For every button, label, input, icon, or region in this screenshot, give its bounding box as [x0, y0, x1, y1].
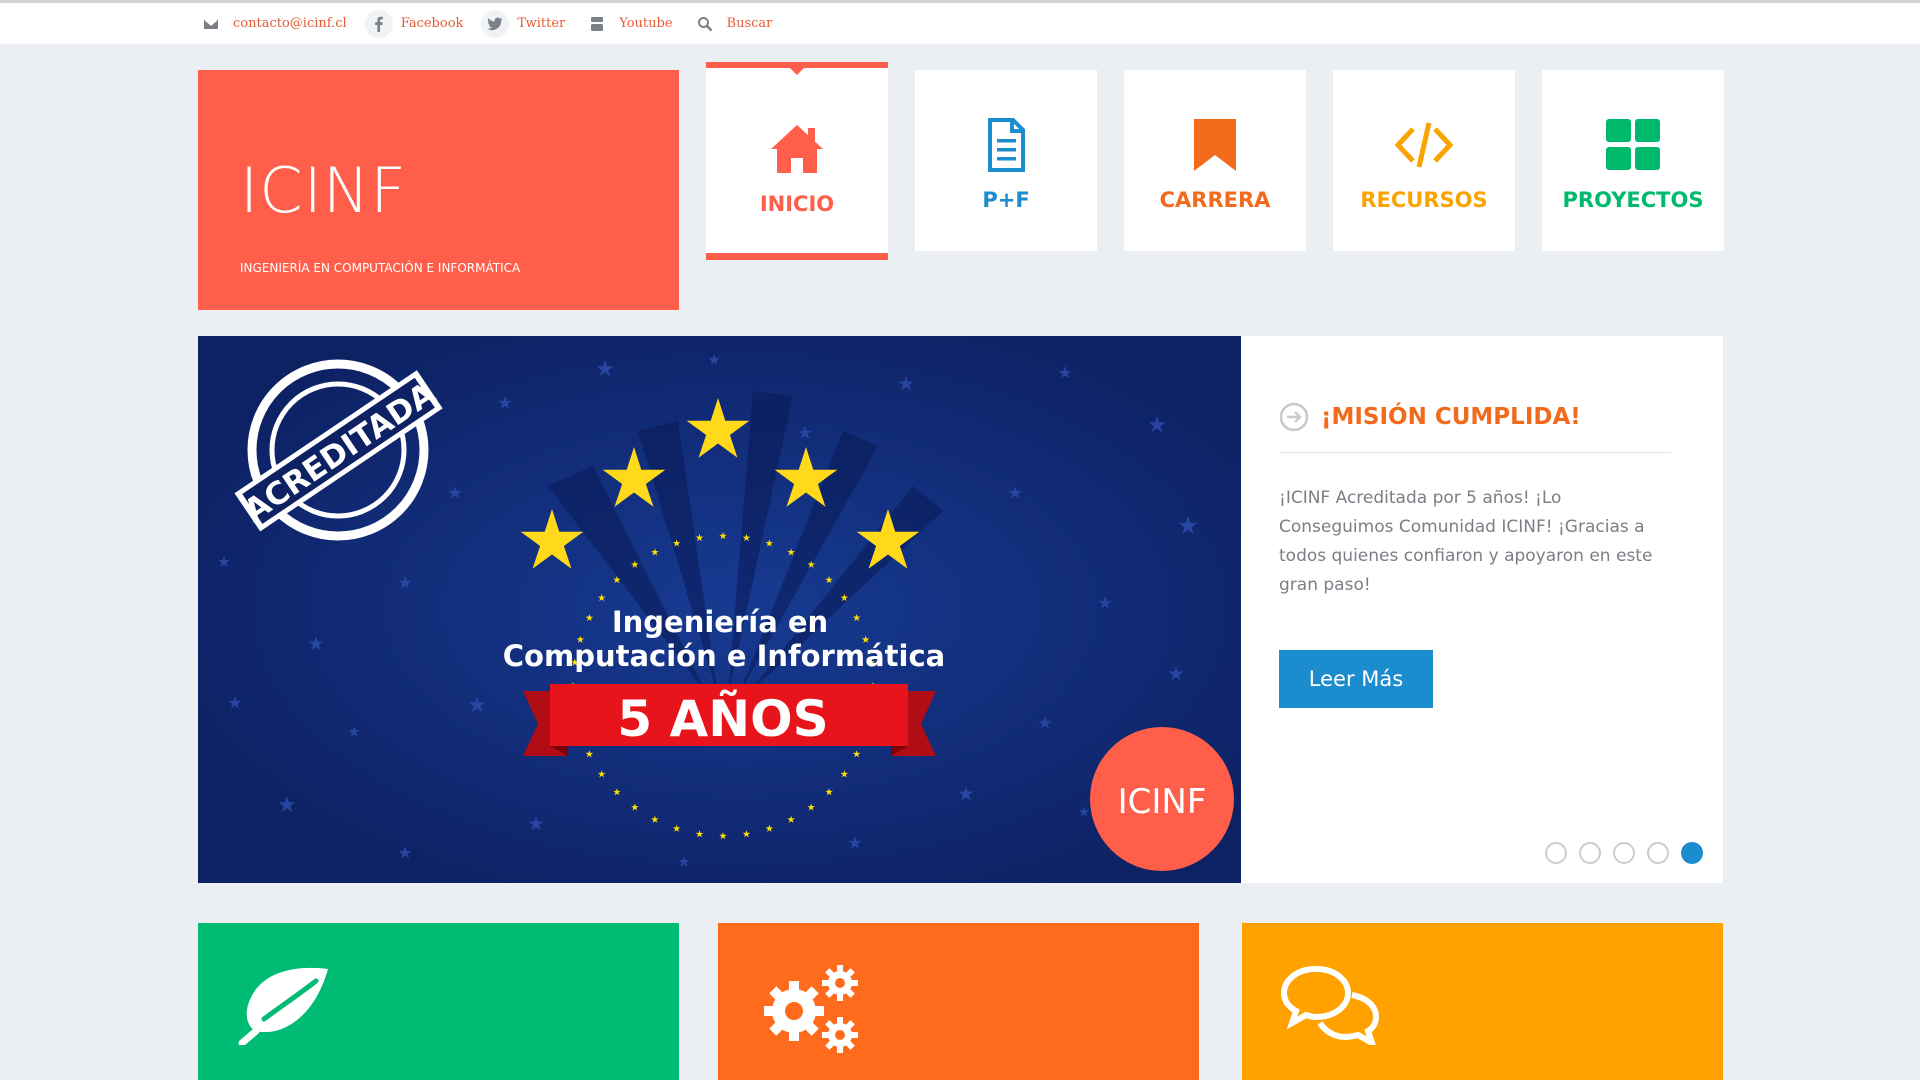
arrow-circle-icon: [1279, 402, 1309, 432]
nav-label-proyectos: PROYECTOS: [1562, 188, 1704, 212]
hero-slider: ACREDITADA Ingeniería en Computación e I…: [198, 336, 1723, 883]
youtube-text: Youtube: [619, 16, 673, 31]
code-icon: [1394, 117, 1454, 173]
accreditation-banner: ACREDITADA Ingeniería en Computación e I…: [198, 336, 1241, 883]
slider-dots: [1533, 842, 1703, 864]
youtube-link[interactable]: Youtube: [583, 10, 673, 38]
nav-tile-proyectos[interactable]: PROYECTOS: [1542, 70, 1724, 251]
banner-line-2: Computación e Informática: [503, 639, 945, 673]
gears-icon: [764, 965, 858, 1053]
nav-tile-recursos[interactable]: RECURSOS: [1333, 70, 1515, 251]
bottom-tile-yellow[interactable]: [1242, 923, 1723, 1080]
home-icon: [768, 121, 826, 177]
slide-divider: [1279, 452, 1671, 453]
grid-icon: [1604, 117, 1662, 173]
chat-icon: [1280, 965, 1380, 1045]
ribbon-text: 5 AÑOS: [617, 689, 828, 748]
envelope-icon: [197, 10, 225, 38]
slider-dot[interactable]: [1545, 842, 1567, 864]
slider-dot[interactable]: [1647, 842, 1669, 864]
twitter-text: Twitter: [517, 16, 566, 31]
nav-tile-inicio[interactable]: INICIO: [706, 62, 888, 260]
slide-image[interactable]: ACREDITADA Ingeniería en Computación e I…: [198, 336, 1241, 883]
bottom-tile-green[interactable]: [198, 923, 679, 1080]
youtube-icon: [583, 10, 611, 38]
bottom-tile-orange[interactable]: [718, 923, 1199, 1080]
nav-label-pf: P+F: [982, 188, 1030, 212]
nav-label-carrera: CARRERA: [1159, 188, 1271, 212]
slide-caption: ¡MISIÓN CUMPLIDA! ¡ICINF Acreditada por …: [1241, 336, 1723, 883]
top-links: contacto@icinf.cl Facebook Twitter Youtu…: [197, 3, 790, 44]
brand-name: ICINF: [240, 154, 407, 227]
brand-block[interactable]: ICINF INGENIERÍA EN COMPUTACIÓN E INFORM…: [198, 70, 679, 310]
nav-label-inicio: INICIO: [759, 192, 835, 216]
twitter-icon: [481, 9, 510, 38]
search-link[interactable]: Buscar: [691, 10, 773, 38]
facebook-text: Facebook: [400, 16, 464, 31]
search-text: Buscar: [726, 16, 773, 31]
email-link[interactable]: contacto@icinf.cl: [197, 10, 347, 38]
icinf-badge-text: ICINF: [1118, 782, 1207, 822]
slide-body: ¡ICINF Acreditada por 5 años! ¡Lo Conseg…: [1279, 488, 1653, 595]
slider-dot[interactable]: [1613, 842, 1635, 864]
nav-label-recursos: RECURSOS: [1360, 188, 1488, 212]
slide-title-row: ¡MISIÓN CUMPLIDA!: [1279, 402, 1581, 432]
banner-line-1: Ingeniería en: [612, 605, 828, 639]
top-bar: contacto@icinf.cl Facebook Twitter Youtu…: [0, 0, 1920, 44]
read-more-button[interactable]: Leer Más: [1279, 650, 1433, 708]
slide-title: ¡MISIÓN CUMPLIDA!: [1321, 404, 1581, 430]
bookmark-icon: [1186, 117, 1244, 173]
search-icon: [691, 10, 719, 38]
twitter-link[interactable]: Twitter: [481, 9, 566, 38]
email-text: contacto@icinf.cl: [233, 16, 347, 31]
brand-subtitle: INGENIERÍA EN COMPUTACIÓN E INFORMÁTICA: [240, 261, 521, 275]
slider-dot-active[interactable]: [1681, 842, 1703, 864]
document-icon: [977, 117, 1035, 173]
active-notch: [789, 67, 805, 75]
facebook-link[interactable]: Facebook: [364, 9, 464, 38]
nav-tile-carrera[interactable]: CARRERA: [1124, 70, 1306, 251]
facebook-icon: [364, 9, 393, 38]
leaf-icon: [238, 967, 328, 1045]
nav-tile-pf[interactable]: P+F: [915, 70, 1097, 251]
slider-dot[interactable]: [1579, 842, 1601, 864]
